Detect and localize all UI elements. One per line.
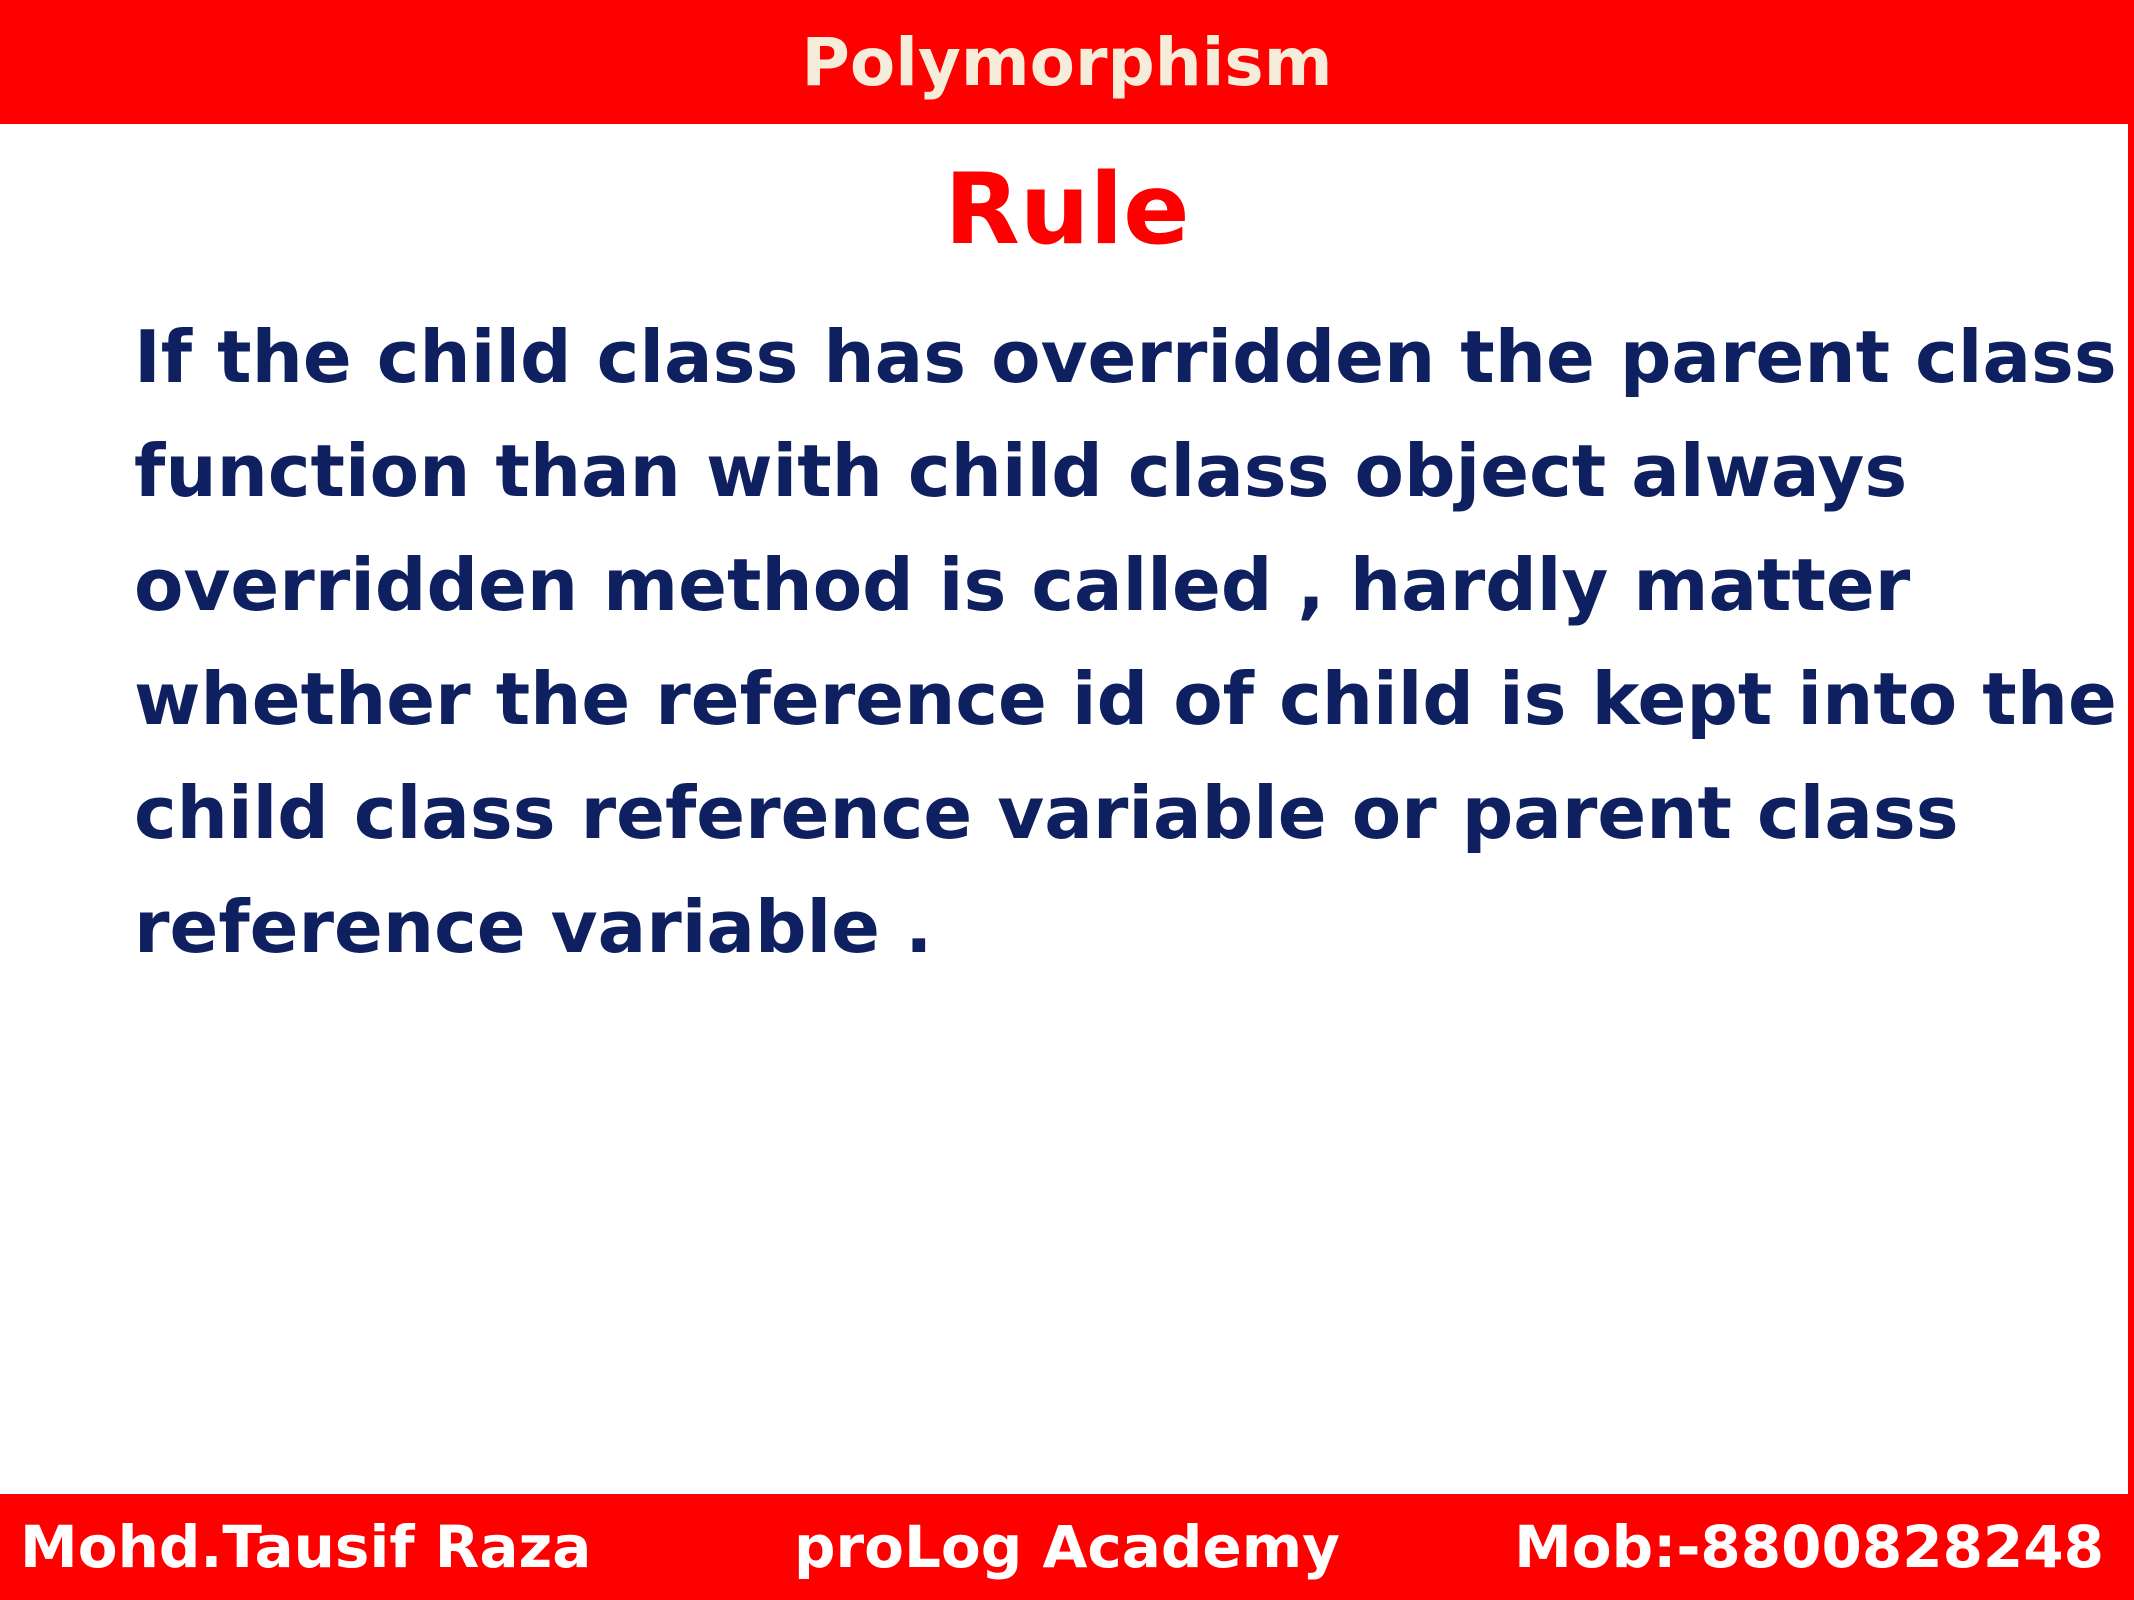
footer-bar: proLog Academy Mohd.Tausif Raza Mob:-880… xyxy=(0,1494,2134,1600)
rule-line: overridden method is called , hardly mat… xyxy=(134,543,1911,627)
slide-topic-title: Polymorphism xyxy=(801,23,1333,101)
footer-phone: Mob:-8800828248 xyxy=(1514,1513,2104,1581)
slide-heading: Rule xyxy=(944,153,1190,267)
rule-line: reference variable . xyxy=(134,885,933,969)
header-bar: Polymorphism xyxy=(0,0,2134,124)
rule-line: child class reference variable or parent… xyxy=(134,771,1959,855)
rule-line: If the child class has overridden the pa… xyxy=(134,315,2117,399)
rule-paragraph: If the child class has overridden the pa… xyxy=(134,300,2117,984)
right-border-strip xyxy=(2128,124,2134,1494)
rule-line: function than with child class object al… xyxy=(134,429,1908,513)
footer-author: Mohd.Tausif Raza xyxy=(20,1513,592,1581)
rule-line: whether the reference id of child is kep… xyxy=(134,657,2117,741)
